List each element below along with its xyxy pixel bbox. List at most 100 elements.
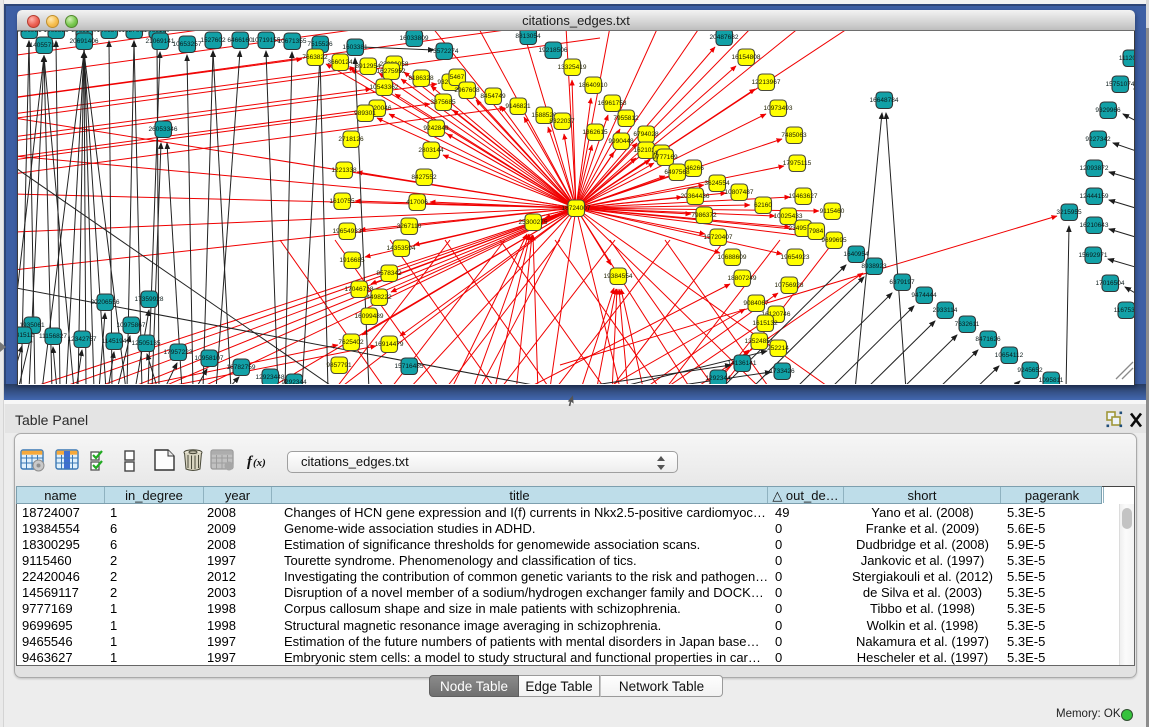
- svg-text:10671355: 10671355: [278, 38, 307, 45]
- svg-text:9292344: 9292344: [281, 379, 307, 384]
- svg-text:12342757: 12342757: [68, 336, 97, 343]
- svg-text:8471626: 8471626: [975, 336, 1001, 343]
- svg-text:8938923: 8938923: [861, 263, 887, 270]
- svg-text:9084067: 9084067: [743, 300, 769, 307]
- svg-text:1610755: 1610755: [329, 198, 355, 205]
- svg-text:20487682: 20487682: [710, 34, 739, 41]
- svg-text:7984: 7984: [809, 228, 824, 235]
- svg-text:(x): (x): [253, 457, 266, 469]
- svg-text:14136141: 14136141: [728, 360, 757, 367]
- svg-text:2718126: 2718126: [338, 136, 364, 143]
- svg-text:17046718: 17046718: [345, 286, 374, 293]
- svg-text:21069141: 21069141: [146, 38, 175, 45]
- svg-text:8454749: 8454749: [480, 93, 506, 100]
- svg-text:11156827: 11156827: [39, 333, 67, 340]
- svg-text:1065325: 1065325: [43, 31, 69, 34]
- svg-text:1916685: 1916685: [339, 257, 365, 264]
- svg-text:3624554: 3624554: [704, 180, 730, 187]
- svg-text:1292344: 1292344: [705, 375, 731, 382]
- svg-text:15692971: 15692971: [1079, 252, 1108, 259]
- svg-text:10654112: 10654112: [995, 352, 1024, 359]
- svg-text:20206556: 20206556: [91, 299, 120, 306]
- svg-text:15751074: 15751074: [1106, 81, 1134, 88]
- svg-text:1603381: 1603381: [342, 44, 368, 51]
- svg-text:6379197: 6379197: [889, 279, 915, 286]
- svg-text:17359928: 17359928: [135, 296, 164, 303]
- svg-text:3875685: 3875685: [430, 99, 456, 106]
- svg-text:18807249: 18807249: [728, 275, 757, 282]
- svg-text:26053346: 26053346: [149, 126, 178, 133]
- svg-text:16961758: 16961758: [598, 100, 627, 107]
- svg-text:6497568: 6497568: [664, 169, 690, 176]
- svg-text:7986372: 7986372: [691, 212, 717, 219]
- svg-text:3267110: 3267110: [397, 223, 422, 230]
- svg-text:8322037: 8322037: [549, 118, 575, 125]
- svg-text:9115460: 9115460: [820, 208, 845, 215]
- svg-text:10756928: 10756928: [775, 282, 804, 289]
- svg-text:5467: 5467: [450, 74, 465, 81]
- svg-text:8813054: 8813054: [515, 33, 541, 40]
- svg-text:989301: 989301: [354, 110, 376, 117]
- svg-text:9242848: 9242848: [423, 125, 449, 132]
- svg-text:252214: 252214: [767, 345, 789, 352]
- svg-text:14055714: 14055714: [30, 42, 59, 49]
- svg-text:14353594: 14353594: [387, 245, 416, 252]
- svg-text:12093872: 12093872: [1080, 165, 1109, 172]
- svg-text:10543362: 10543362: [370, 84, 399, 91]
- svg-text:7485063: 7485063: [781, 132, 807, 139]
- svg-text:10958107: 10958107: [195, 355, 224, 362]
- svg-text:2933114: 2933114: [933, 307, 958, 314]
- svg-text:6466160: 6466160: [227, 37, 253, 44]
- svg-text:9245652: 9245652: [1017, 367, 1043, 374]
- svg-text:18724007: 18724007: [562, 205, 591, 212]
- svg-text:19384554: 19384554: [604, 273, 633, 280]
- svg-text:2967608: 2967608: [454, 87, 480, 94]
- svg-text:7955812: 7955812: [613, 115, 639, 122]
- svg-text:10973493: 10973493: [764, 105, 793, 112]
- svg-text:19218506: 19218506: [539, 47, 568, 54]
- svg-text:9699695: 9699695: [821, 237, 847, 244]
- svg-text:10653257: 10653257: [173, 41, 202, 48]
- svg-text:20691406: 20691406: [70, 38, 99, 45]
- svg-text:1167533: 1167533: [1114, 307, 1134, 314]
- svg-text:4498222: 4498222: [366, 294, 392, 301]
- svg-text:18640910: 18640910: [579, 82, 608, 89]
- svg-text:1640954: 1640954: [843, 251, 869, 258]
- svg-text:19654933: 19654933: [333, 228, 362, 235]
- svg-text:1527602: 1527602: [121, 31, 147, 34]
- svg-text:9990448: 9990448: [608, 138, 634, 145]
- svg-text:62160: 62160: [754, 202, 772, 209]
- svg-text:2106931: 2106931: [18, 31, 42, 34]
- svg-text:7663822: 7663822: [302, 54, 328, 61]
- svg-text:417006: 417006: [406, 199, 428, 206]
- svg-text:1145194: 1145194: [102, 338, 127, 345]
- svg-text:1405571: 1405571: [96, 31, 122, 34]
- svg-text:1221338: 1221338: [331, 167, 357, 174]
- svg-text:7515526: 7515526: [307, 41, 333, 48]
- svg-text:16648784: 16648784: [870, 97, 899, 104]
- svg-text:1362615: 1362615: [582, 129, 608, 136]
- svg-text:9146821: 9146821: [505, 103, 531, 110]
- svg-text:10688609: 10688609: [718, 254, 747, 261]
- svg-text:16154808: 16154808: [732, 54, 761, 61]
- svg-text:20364436: 20364436: [681, 193, 710, 200]
- svg-text:16914479: 16914479: [375, 341, 404, 348]
- svg-text:17957223: 17957223: [164, 349, 193, 356]
- svg-text:15720407: 15720407: [704, 234, 733, 241]
- svg-text:19654923: 19654923: [781, 254, 810, 261]
- svg-text:10975867: 10975867: [117, 322, 146, 329]
- svg-text:3215955: 3215955: [1056, 209, 1082, 216]
- svg-text:931512: 931512: [18, 332, 34, 339]
- svg-text:17016504: 17016504: [1096, 280, 1125, 287]
- svg-text:9227342: 9227342: [1085, 136, 1111, 143]
- svg-text:1615132: 1615132: [752, 320, 778, 327]
- svg-text:10807487: 10807487: [725, 189, 754, 196]
- svg-text:8186328: 8186328: [408, 75, 434, 82]
- svg-text:1733426: 1733426: [769, 368, 795, 375]
- svg-text:1112047: 1112047: [1119, 55, 1134, 62]
- svg-text:10719155: 10719155: [252, 37, 281, 44]
- svg-text:8578342: 8578342: [376, 270, 402, 277]
- svg-text:9777169: 9777169: [652, 154, 678, 161]
- svg-text:16210643: 16210643: [1080, 222, 1109, 229]
- svg-text:6794028: 6794028: [633, 131, 659, 138]
